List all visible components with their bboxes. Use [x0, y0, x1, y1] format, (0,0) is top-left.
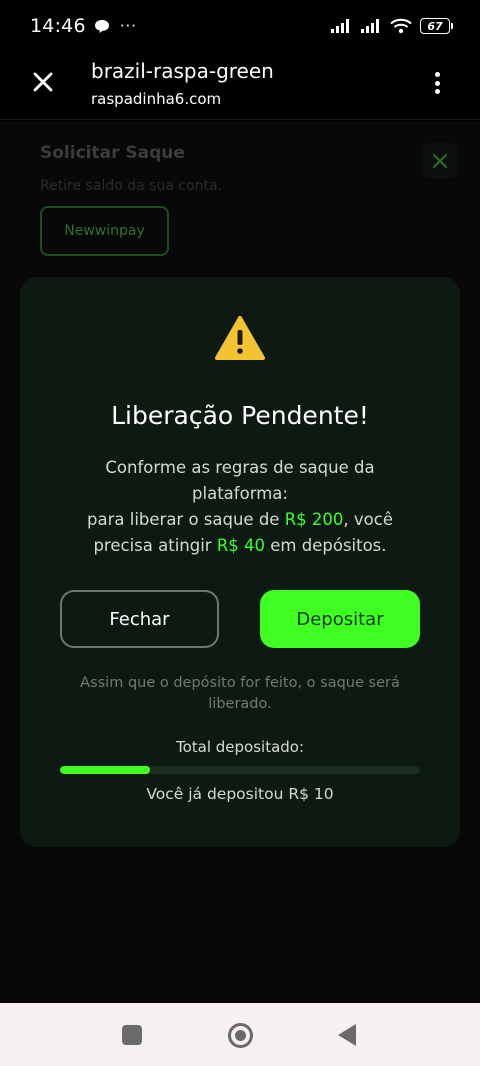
pending-release-modal: Liberação Pendente! Conforme as regras d… — [20, 277, 460, 847]
status-bar: 14:46 ··· 67 — [0, 0, 480, 52]
browser-header: brazil-raspa-green raspadinha6.com — [0, 52, 480, 120]
release-amount: R$ 200 — [284, 510, 344, 529]
deposited-amount-text: Você já depositou R$ 10 — [146, 785, 334, 803]
page-close-button[interactable] — [422, 143, 458, 179]
status-right: 67 — [330, 18, 453, 34]
system-nav-bar — [0, 1003, 480, 1066]
back-icon[interactable] — [338, 1024, 356, 1046]
home-icon[interactable] — [228, 1023, 253, 1048]
deposit-progress-fill — [60, 766, 150, 774]
page-title: brazil-raspa-green — [91, 59, 274, 83]
status-left: 14:46 ··· — [30, 15, 137, 37]
total-deposited-label: Total depositado: — [175, 738, 305, 756]
url-host: raspadinha6.com — [91, 90, 222, 108]
message-line-3-suffix: em depósitos. — [265, 536, 387, 555]
warning-triangle-icon — [215, 316, 265, 360]
battery-icon: 67 — [420, 18, 453, 34]
deposit-progress-bar — [60, 766, 420, 774]
more-notifications-icon: ··· — [119, 17, 138, 35]
payment-method-chip[interactable]: Newwinpay — [40, 206, 169, 256]
withdraw-subtitle: Retire saldo da sua conta. — [40, 178, 223, 194]
status-time: 14:46 — [30, 15, 86, 37]
recent-apps-icon[interactable] — [122, 1025, 142, 1045]
deposit-button[interactable]: Depositar — [260, 590, 420, 648]
release-note: Assim que o depósito for feito, o saque … — [80, 675, 400, 712]
chat-bubble-icon — [94, 19, 109, 33]
more-vert-icon[interactable] — [430, 70, 444, 96]
modal-title: Liberação Pendente! — [111, 401, 369, 430]
close-button[interactable]: Fechar — [60, 590, 219, 648]
message-line-2-prefix: para liberar o saque de — [87, 510, 285, 529]
close-icon — [433, 154, 447, 168]
signal-icon — [331, 19, 349, 33]
close-icon[interactable] — [30, 69, 56, 95]
withdraw-title: Solicitar Saque — [40, 143, 185, 163]
signal-icon-2 — [361, 19, 379, 33]
message-line-1: Conforme as regras de saque da plataform… — [105, 458, 375, 503]
deposit-target: R$ 40 — [216, 536, 266, 555]
modal-message: Conforme as regras de saque da plataform… — [60, 455, 420, 559]
wifi-icon — [390, 18, 412, 34]
